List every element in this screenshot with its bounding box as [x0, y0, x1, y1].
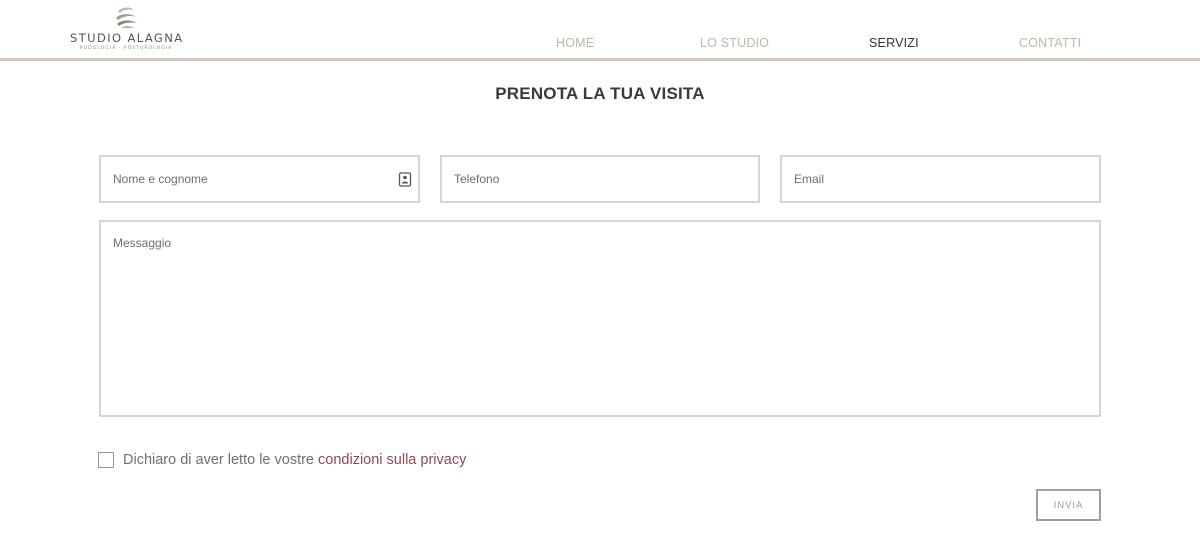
nav-item-contatti[interactable]: CONTATTI: [1019, 36, 1081, 50]
email-field[interactable]: [780, 155, 1101, 203]
submit-button[interactable]: INVIA: [1036, 489, 1101, 521]
stone-stack-icon: [116, 7, 137, 28]
nav-item-lo-studio[interactable]: LO STUDIO: [700, 36, 769, 50]
form-title: PRENOTA LA TUA VISITA: [495, 84, 705, 103]
nav-item-servizi[interactable]: SERVIZI: [869, 36, 919, 50]
phone-field[interactable]: [440, 155, 760, 203]
page: STUDIO ALAGNA PODOLOGIA - POSTUROLOGIA H…: [0, 0, 1200, 547]
privacy-label: Dichiaro di aver letto le vostre condizi…: [123, 452, 466, 468]
privacy-checkbox[interactable]: [98, 452, 114, 468]
contact-card-icon[interactable]: [398, 172, 412, 187]
message-field[interactable]: [99, 220, 1101, 417]
name-field[interactable]: [99, 155, 420, 203]
site-header: STUDIO ALAGNA PODOLOGIA - POSTUROLOGIA H…: [0, 0, 1200, 61]
privacy-label-text: Dichiaro di aver letto le vostre: [123, 452, 319, 468]
nav-item-home[interactable]: HOME: [556, 36, 594, 50]
privacy-conditions-link[interactable]: condizioni sulla privacy: [318, 452, 466, 468]
main-nav: HOME LO STUDIO SERVIZI CONTATTI: [0, 36, 1200, 54]
